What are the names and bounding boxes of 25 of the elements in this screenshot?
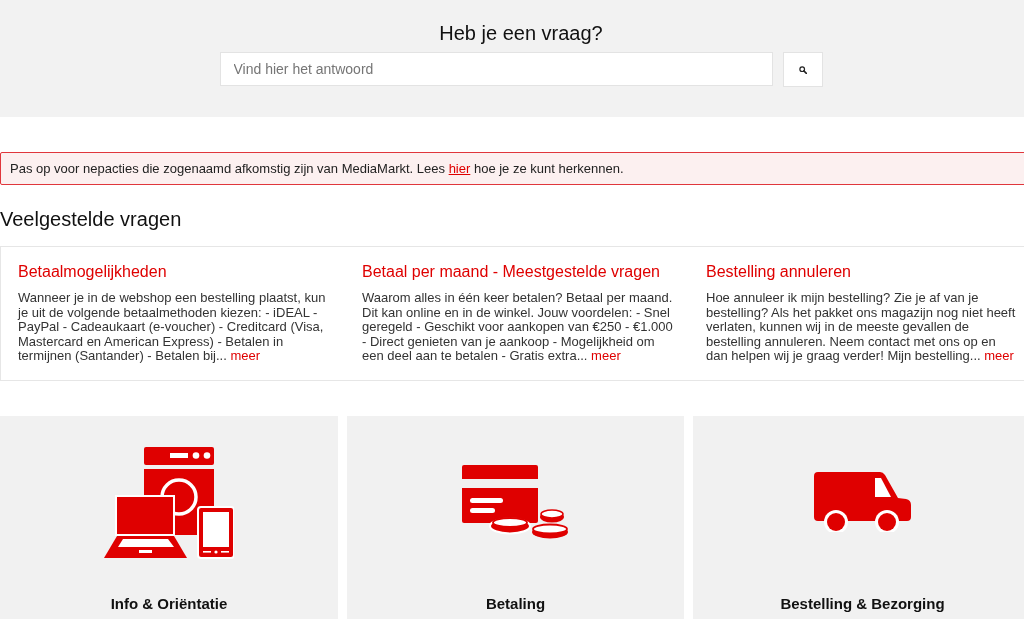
search-icon — [798, 65, 807, 74]
faq-question-link[interactable]: Betaal per maand - Meestgestelde vragen — [362, 261, 660, 283]
more-link[interactable]: meer — [230, 348, 261, 363]
devices-icon — [104, 445, 234, 559]
more-link[interactable]: meer — [591, 348, 621, 363]
category-tile[interactable]: Betaling — [347, 415, 684, 619]
search-field[interactable]: Vind hier het antwoord — [219, 52, 773, 86]
warning-message: Pas op voor nepacties die zogenaamd afkomstig zijn van MediaMarkt. Lees hier hoe je ze kunt herkennen. — [10, 161, 624, 176]
category-label: Info & Oriëntatie — [110, 594, 228, 613]
faq-question-link[interactable]: Bestelling annuleren — [706, 261, 851, 283]
category-label: Betaling — [485, 594, 546, 613]
faq-heading: Veelgestelde vragen — [0, 207, 182, 231]
category-tile[interactable]: Info & Oriëntatie — [0, 415, 338, 619]
faq-summary: Hoe annuleer ik mijn bestelling? Zie je af van je bestelling? Als het pakket ons magazijn nog niet heeft verlaten, kunnen wij in de meeste gevallen de bestelling annuleren. Neem contact met ons op en dan helpen wij je graag verder! Mijn bestelling... meer — [706, 291, 1017, 364]
category-label: Bestelling & Bezorging — [780, 594, 945, 613]
faq-question-link[interactable]: Betaalmogelijkheden — [18, 261, 167, 283]
card-and-coins-icon — [461, 465, 570, 539]
category-tile[interactable]: Bestelling & Bezorging — [693, 415, 1024, 619]
page-title: Heb je een vraag? — [439, 21, 603, 45]
more-link[interactable]: meer — [984, 348, 1014, 363]
warning-link[interactable]: hier — [448, 161, 471, 176]
van-icon — [814, 472, 911, 532]
faq-summary: Wanneer je in de webshop een bestelling plaatst, kun je uit de volgende betaalmethoden kiezen: - iDEAL - PayPal - Cadeaukaart (e-voucher) - Creditcard (Visa, Mastercard en American Express) - Betalen in termijnen (Santander) - Betalen bij... meer — [18, 291, 327, 364]
search-button[interactable] — [782, 52, 823, 87]
faq-summary: Waarom alles in één keer betalen? Betaal per maand. Dit kan online en in de winkel. Jouw voordelen: - Snel geregeld - Geschikt voor aankopen van €250 - €1.000 - Direct genieten van je aankoop - Mogelijkheid om een deel aan te betalen - Gratis extra... meer — [362, 291, 674, 364]
